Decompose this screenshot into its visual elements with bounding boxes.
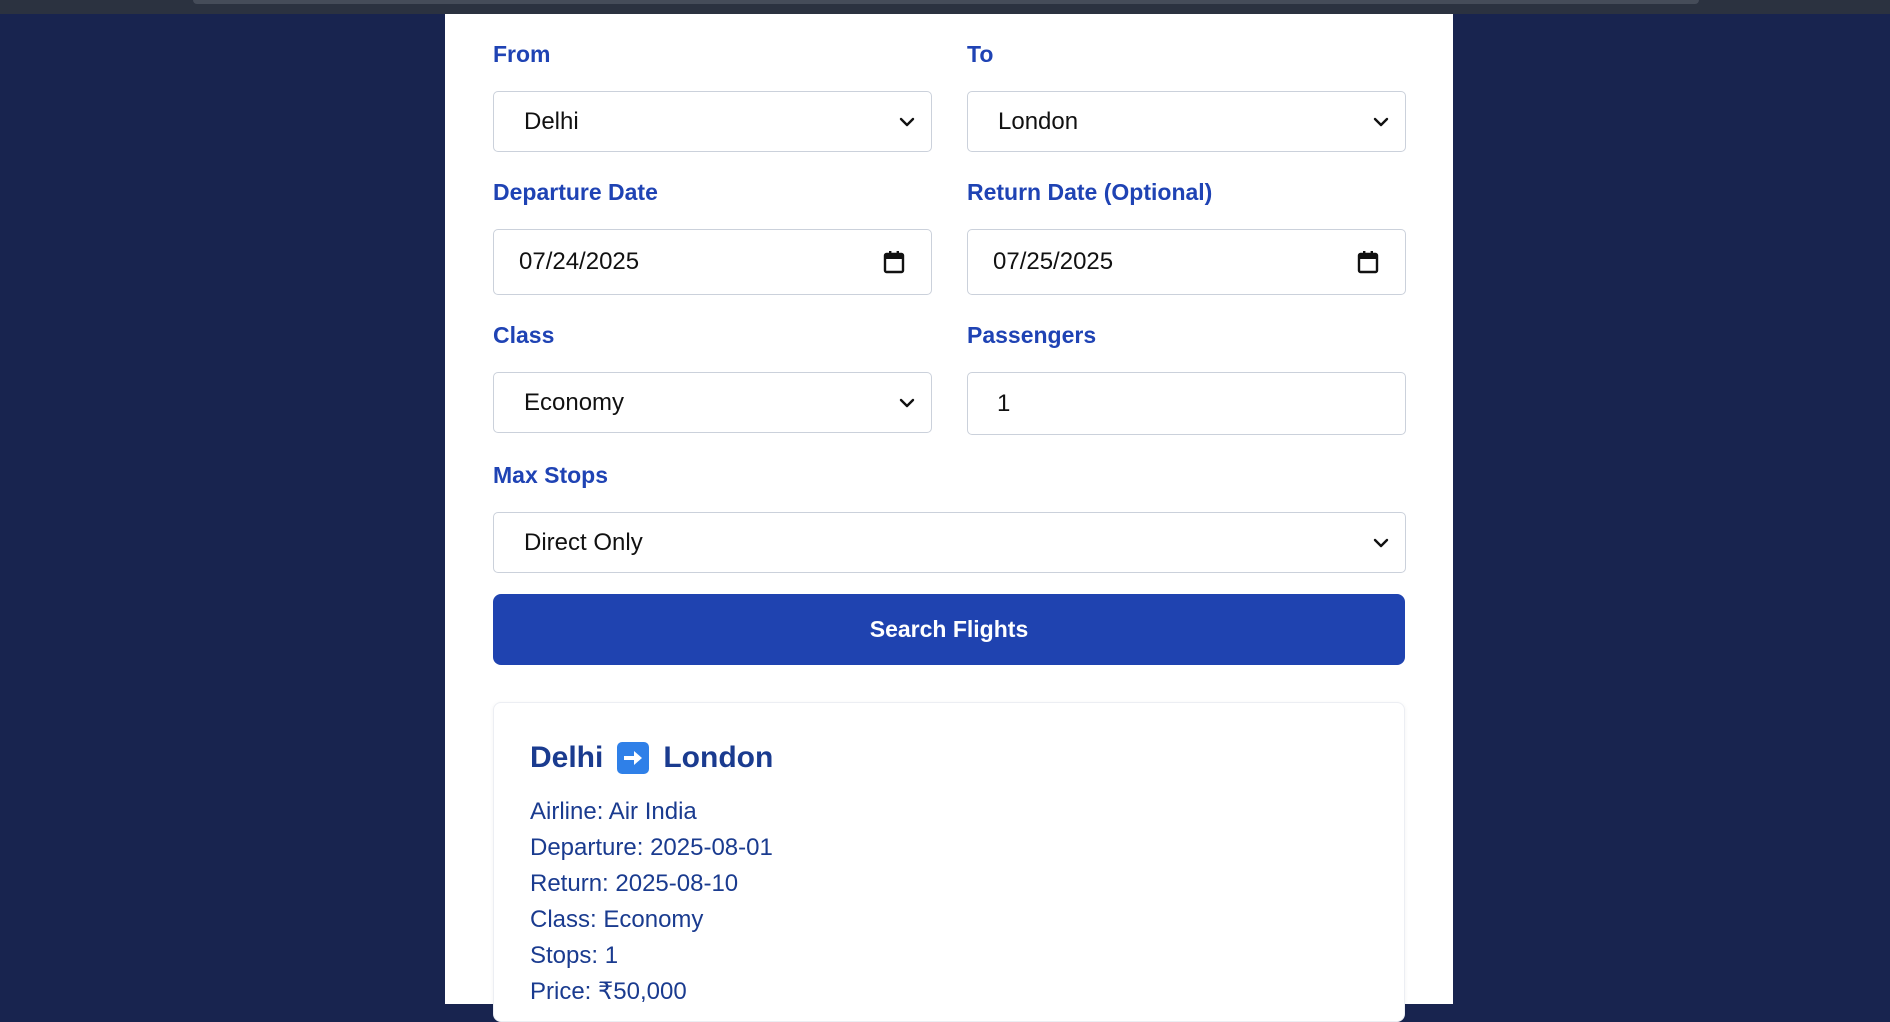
departure-date-label: Departure Date: [493, 179, 658, 205]
class-value: Economy: [524, 388, 625, 416]
search-flights-button[interactable]: Search Flights: [493, 594, 1405, 665]
browser-top-bar: [0, 0, 1890, 14]
route-heading: Delhi London: [530, 741, 773, 775]
from-select[interactable]: Delhi: [493, 91, 932, 152]
calendar-icon[interactable]: [1351, 245, 1385, 279]
calendar-icon[interactable]: [877, 245, 911, 279]
departure-date-field: Departure Date 07/24/2025: [493, 178, 932, 295]
route-origin: Delhi: [530, 741, 604, 774]
passengers-value: 1: [997, 389, 1011, 417]
passengers-field: Passengers 1: [967, 321, 1406, 435]
detail-key: Departure:: [530, 834, 644, 861]
route-destination: London: [663, 741, 774, 774]
browser-address-bar[interactable]: [193, 0, 1699, 4]
to-select[interactable]: London: [967, 91, 1406, 152]
detail-return: Return: 2025-08-10: [530, 869, 738, 899]
flight-search-panel: From Delhi To London Departure Date 07/2…: [445, 14, 1453, 1022]
detail-key: Airline:: [530, 798, 604, 825]
chevron-down-icon: [1367, 529, 1395, 557]
chevron-down-icon: [893, 389, 921, 417]
detail-value: Air India: [608, 798, 697, 825]
return-date-value: 07/25/2025: [993, 248, 1114, 275]
chevron-down-icon: [1367, 108, 1395, 136]
from-label: From: [493, 41, 551, 67]
passengers-label: Passengers: [967, 322, 1097, 348]
return-date-input[interactable]: 07/25/2025: [967, 229, 1406, 295]
detail-airline: Airline: Air India: [530, 797, 697, 827]
return-date-field: Return Date (Optional) 07/25/2025: [967, 178, 1406, 295]
return-date-label: Return Date (Optional): [967, 179, 1213, 205]
detail-value: 2025-08-01: [650, 834, 773, 861]
flight-result-card: Delhi London Airline: Air India Departur…: [493, 702, 1405, 1022]
max-stops-select[interactable]: Direct Only: [493, 512, 1406, 573]
detail-key: Return:: [530, 870, 609, 897]
detail-key: Price:: [530, 978, 592, 1005]
detail-price: Price: ₹50,000: [530, 977, 687, 1007]
chevron-down-icon: [893, 108, 921, 136]
detail-value: Economy: [603, 906, 704, 933]
detail-departure: Departure: 2025-08-01: [530, 833, 773, 863]
class-label: Class: [493, 322, 555, 348]
max-stops-field: Max Stops Direct Only: [493, 461, 1406, 573]
detail-class: Class: Economy: [530, 905, 703, 935]
class-field: Class Economy: [493, 321, 932, 433]
detail-value: ₹50,000: [598, 978, 687, 1005]
right-arrow-icon: [617, 742, 650, 774]
max-stops-value: Direct Only: [524, 528, 643, 556]
detail-value: 2025-08-10: [615, 870, 739, 897]
detail-value: 1: [604, 942, 619, 969]
departure-date-value: 07/24/2025: [519, 248, 640, 275]
detail-stops: Stops: 1: [530, 941, 618, 971]
to-value: London: [998, 107, 1079, 135]
detail-key: Class:: [530, 906, 597, 933]
max-stops-label: Max Stops: [493, 462, 609, 488]
from-value: Delhi: [524, 107, 579, 135]
passengers-input[interactable]: 1: [967, 372, 1406, 435]
from-field: From Delhi: [493, 40, 932, 152]
detail-key: Stops:: [530, 942, 599, 969]
class-select[interactable]: Economy: [493, 372, 932, 433]
to-label: To: [967, 41, 994, 67]
to-field: To London: [967, 40, 1406, 152]
departure-date-input[interactable]: 07/24/2025: [493, 229, 932, 295]
